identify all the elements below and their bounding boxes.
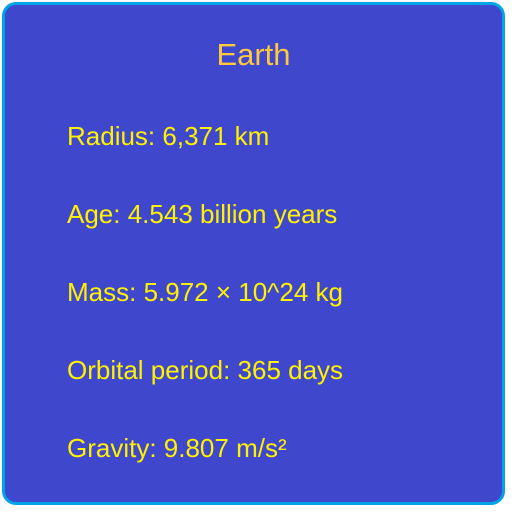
fact-mass: Mass: 5.972 × 10^24 kg <box>67 277 343 307</box>
fact-age: Age: 4.543 billion years <box>67 199 338 229</box>
fact-list: Radius: 6,371 km Age: 4.543 billion year… <box>67 118 343 508</box>
fact-radius: Radius: 6,371 km <box>67 121 270 151</box>
fact-orbital-period: Orbital period: 365 days <box>67 355 344 385</box>
card-title: Earth <box>216 37 291 72</box>
info-card: Earth Radius: 6,371 km Age: 4.543 billio… <box>2 2 505 505</box>
fact-gravity: Gravity: 9.807 m/s² <box>67 433 287 463</box>
